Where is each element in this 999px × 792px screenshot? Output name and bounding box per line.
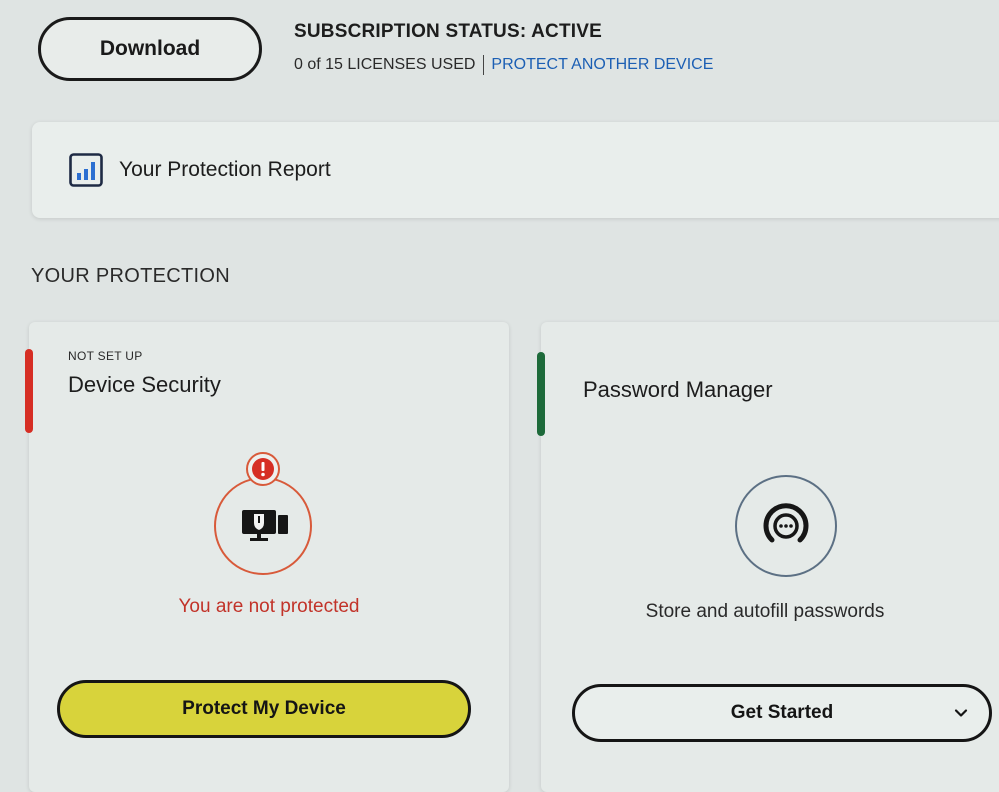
protect-my-device-button[interactable]: Protect My Device (57, 680, 471, 738)
divider (483, 55, 485, 75)
subscription-status: SUBSCRIPTION STATUS: ACTIVE (294, 21, 602, 42)
chevron-down-icon[interactable] (953, 705, 969, 721)
password-manager-description: Store and autofill passwords (645, 601, 885, 622)
alert-icon (246, 452, 280, 486)
bar-chart-icon (69, 153, 103, 187)
password-manager-card: Password Manager Store and autofill pass… (537, 322, 999, 792)
licenses-row: 0 of 15 LICENSES USED PROTECT ANOTHER DE… (294, 55, 713, 75)
protection-report-panel[interactable]: Your Protection Report (32, 122, 999, 218)
get-started-label: Get Started (730, 702, 834, 723)
section-heading: YOUR PROTECTION (31, 265, 230, 287)
password-dots-icon (763, 503, 809, 543)
protection-warning-message: You are not protected (178, 596, 360, 617)
licenses-used-text: 0 of 15 LICENSES USED (294, 56, 476, 73)
card-title: Device Security (68, 372, 221, 397)
status-indicator-red (25, 349, 33, 433)
protection-report-label: Your Protection Report (119, 158, 331, 181)
card-status-label: NOT SET UP (68, 349, 143, 363)
status-indicator-green (537, 352, 545, 436)
device-status-graphic (211, 452, 331, 576)
get-started-button[interactable]: Get Started (572, 684, 992, 742)
monitor-shield-icon (242, 510, 288, 541)
download-button[interactable]: Download (38, 17, 262, 81)
card-title: Password Manager (583, 377, 773, 402)
device-security-card: NOT SET UP Device Security You are not p… (25, 322, 509, 792)
protect-another-device-link[interactable]: PROTECT ANOTHER DEVICE (491, 56, 713, 74)
password-manager-graphic (734, 474, 840, 580)
